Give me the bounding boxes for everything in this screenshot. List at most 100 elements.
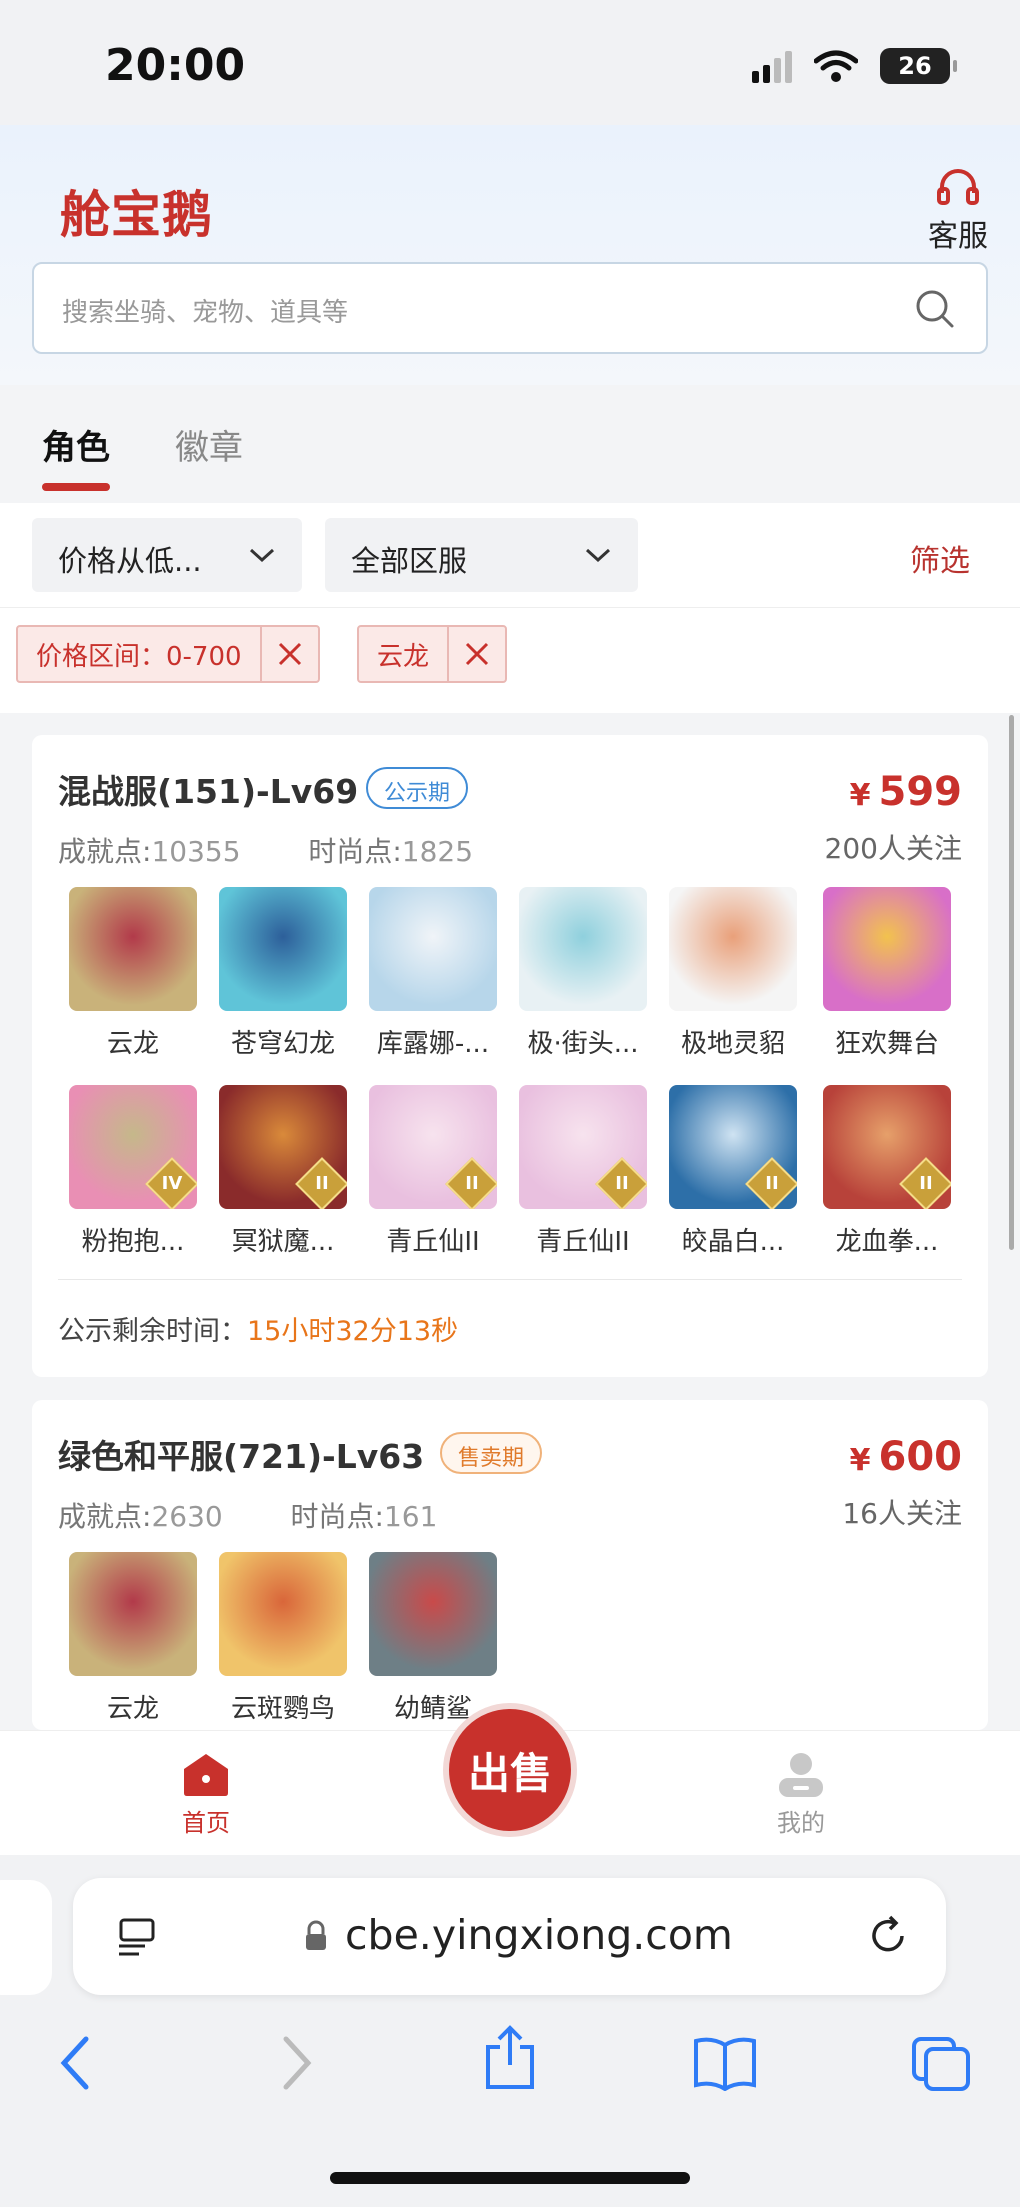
- item-thumbnail[interactable]: II 青丘仙II: [508, 1085, 658, 1258]
- remove-filter-button[interactable]: [259, 627, 318, 681]
- filter-chip-item: 云龙: [357, 625, 508, 683]
- item-name: 粉抱抱...: [81, 1227, 185, 1257]
- tier-badge: II: [445, 1157, 497, 1209]
- listing-card[interactable]: 混战服(151)-Lv69 公示期 ¥599 成就点:10355 时尚点:182…: [32, 735, 988, 1377]
- status-badge: 公示期: [366, 767, 469, 809]
- item-name: 青丘仙II: [386, 1227, 480, 1257]
- customer-service-button[interactable]: 客服: [928, 165, 988, 255]
- filter-button[interactable]: 筛选: [910, 536, 970, 580]
- sort-dropdown[interactable]: 价格从低...: [32, 518, 302, 592]
- customer-service-label: 客服: [928, 219, 988, 254]
- item-thumbnail[interactable]: 云龙: [58, 887, 208, 1060]
- tier-badge: IV: [145, 1157, 197, 1209]
- search-icon[interactable]: [914, 288, 956, 330]
- status-icons: 26: [752, 48, 957, 84]
- item-name: 云斑鹦鸟: [230, 1694, 335, 1724]
- tab-badge[interactable]: 徽章: [175, 420, 243, 469]
- tab-mine[interactable]: 我的: [775, 1751, 827, 1838]
- tab-mine-label: 我的: [777, 1809, 825, 1837]
- filter-chip-label: 价格区间：0-700: [36, 641, 242, 672]
- remove-filter-button[interactable]: [447, 627, 505, 681]
- item-thumbnail[interactable]: 极地灵貂: [658, 887, 808, 1060]
- tab-role[interactable]: 角色: [42, 420, 110, 491]
- close-icon: [278, 642, 301, 666]
- user-icon: [779, 1753, 823, 1797]
- tier-badge: II: [595, 1157, 647, 1209]
- countdown-value: 15小时32分13秒: [247, 1316, 459, 1347]
- headset-icon: [937, 169, 979, 205]
- fashion-value: 161: [383, 1500, 438, 1533]
- filter-chip-price: 价格区间：0-700: [16, 625, 320, 683]
- achievement-label: 成就点:: [58, 1500, 152, 1533]
- share-icon[interactable]: [482, 2025, 538, 2091]
- server-title: 混战服(151)-Lv69: [58, 772, 359, 811]
- item-thumbnail[interactable]: 云斑鹦鸟: [208, 1552, 358, 1725]
- battery-icon: 26: [880, 48, 957, 84]
- currency-symbol: ¥: [849, 1443, 871, 1478]
- item-thumbnail[interactable]: 幼鲭鲨: [358, 1552, 508, 1725]
- home-indicator: [330, 2172, 690, 2184]
- parrot-icon: [219, 1552, 347, 1676]
- price: ¥600: [850, 1434, 962, 1480]
- server-dropdown[interactable]: 全部区服: [325, 518, 638, 592]
- sheep-girl-icon: [369, 887, 497, 1011]
- tier-badge: II: [295, 1157, 347, 1209]
- fashion-value: 1825: [401, 835, 474, 868]
- status-bar: 20:00 26: [0, 0, 1020, 125]
- divider: [58, 1279, 962, 1280]
- search-input[interactable]: 搜索坐骑、宠物、道具等: [32, 262, 988, 354]
- white-tiger-icon: II: [669, 1085, 797, 1209]
- item-thumbnail[interactable]: 极·街头...: [508, 887, 658, 1060]
- back-icon[interactable]: [58, 2035, 94, 2091]
- close-icon: [465, 642, 489, 666]
- item-thumbnail[interactable]: II 皎晶白...: [658, 1085, 808, 1258]
- item-name: 云龙: [106, 1029, 159, 1059]
- previous-tab-preview[interactable]: [0, 1880, 52, 1995]
- item-thumbnail[interactable]: 云龙: [58, 1552, 208, 1725]
- stats: 成就点:2630 时尚点:161: [58, 1495, 437, 1535]
- item-thumbnail[interactable]: 狂欢舞台: [812, 887, 962, 1060]
- azure-dragon-icon: [219, 887, 347, 1011]
- fox-fairy-icon: II: [519, 1085, 647, 1209]
- cellular-signal-icon: [752, 49, 792, 83]
- lock-icon: [306, 1920, 326, 1950]
- item-thumbnail[interactable]: II 龙血拳...: [812, 1085, 962, 1258]
- status-badge: 售卖期: [440, 1432, 543, 1474]
- item-name: 青丘仙II: [536, 1227, 630, 1257]
- address-bar[interactable]: cbe.yingxiong.com: [73, 1878, 946, 1995]
- bookmarks-icon[interactable]: [692, 2035, 758, 2091]
- tier-badge: II: [745, 1157, 797, 1209]
- listing-card[interactable]: 绿色和平服(721)-Lv63 售卖期 ¥600 成就点:2630 时尚点:16…: [32, 1400, 988, 1730]
- price-value: 600: [878, 1434, 963, 1480]
- item-thumbnail[interactable]: 库露娜-...: [358, 887, 508, 1060]
- reload-icon[interactable]: [866, 1914, 910, 1958]
- countdown: 公示剩余时间：15小时32分13秒: [58, 1309, 458, 1348]
- sell-button[interactable]: 出售: [443, 1703, 577, 1837]
- search-placeholder: 搜索坐骑、宠物、道具等: [62, 298, 349, 328]
- item-name: 极地灵貂: [680, 1029, 785, 1059]
- item-thumbnail[interactable]: IV 粉抱抱...: [58, 1085, 208, 1258]
- tabs-icon[interactable]: [910, 2035, 972, 2093]
- dark-dragon-icon: II: [219, 1085, 347, 1209]
- wifi-icon: [814, 50, 858, 82]
- app-logo: 舱宝鹅: [60, 185, 213, 244]
- heart-stage-icon: [823, 887, 951, 1011]
- filter-chip-label: 云龙: [377, 641, 430, 672]
- item-name: 库露娜-...: [376, 1029, 490, 1059]
- item-thumbnail[interactable]: II 冥狱魔...: [208, 1085, 358, 1258]
- item-thumbnail[interactable]: II 青丘仙II: [358, 1085, 508, 1258]
- tab-home[interactable]: 首页: [180, 1751, 232, 1838]
- app-header: 舱宝鹅 客服 搜索坐骑、宠物、道具等: [0, 125, 1020, 385]
- follower-count: 200人关注: [824, 832, 962, 865]
- stats: 成就点:10355 时尚点:1825: [58, 830, 473, 870]
- item-thumbnail[interactable]: 苍穹幻龙: [208, 887, 358, 1060]
- scrollbar[interactable]: [1009, 715, 1014, 1250]
- chevron-down-icon: [585, 548, 611, 563]
- tab-home-label: 首页: [182, 1809, 230, 1837]
- server-title: 绿色和平服(721)-Lv63: [58, 1437, 425, 1476]
- price-value: 599: [878, 769, 963, 815]
- forward-icon[interactable]: [278, 2035, 314, 2091]
- reader-icon[interactable]: [115, 1914, 161, 1960]
- tier-badge: II: [899, 1157, 951, 1209]
- skateboard-icon: [519, 887, 647, 1011]
